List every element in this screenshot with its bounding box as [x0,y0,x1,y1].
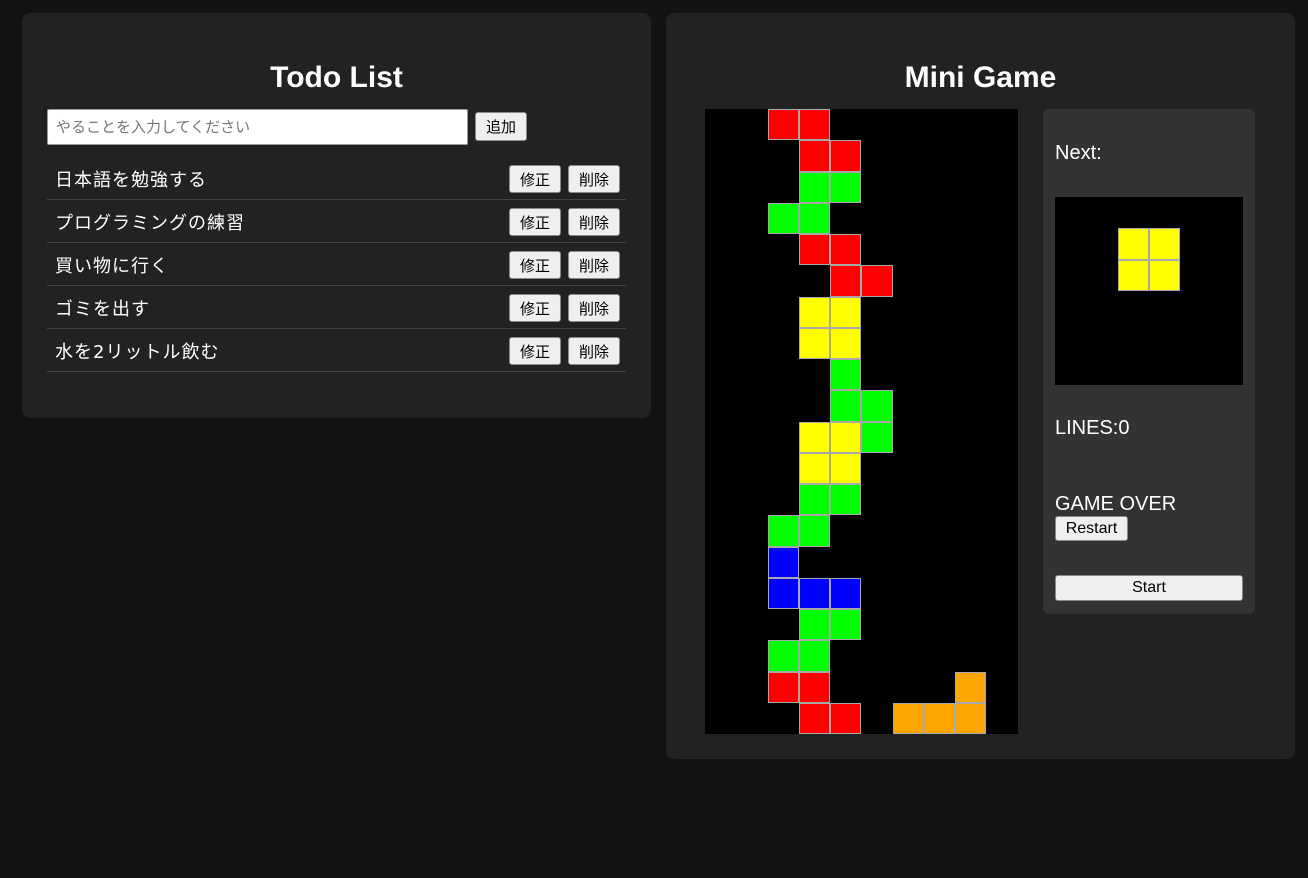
block-cell [798,515,830,547]
block-cell [767,546,799,578]
todo-item-text: ゴミを出す [55,299,150,320]
block-cell [798,577,830,609]
game-board[interactable] [705,109,1018,734]
delete-button[interactable]: 削除 [568,165,620,193]
game-status: GAME OVER [1055,493,1177,515]
todo-item-text: 水を2リットル飲む [55,342,220,363]
game-side-panel: Next: LINES:0 GAME OVER Restart Start [1043,109,1255,614]
edit-button[interactable]: 修正 [509,337,561,365]
todo-item-text: 日本語を勉強する [55,170,207,191]
todo-item: 水を2リットル飲む 修正 削除 [47,329,626,372]
block-cell [767,515,799,547]
todo-list: 日本語を勉強する 修正 削除 プログラミングの練習 修正 削除 買い物に行く 修… [47,157,626,372]
next-label: Next: [1055,142,1102,164]
block-cell [798,202,830,234]
block-cell [830,702,862,734]
todo-item: 日本語を勉強する 修正 削除 [47,157,626,200]
todo-item: プログラミングの練習 修正 削除 [47,200,626,243]
edit-button[interactable]: 修正 [509,294,561,322]
block-cell [955,671,987,703]
block-cell [830,390,862,422]
block-cell [830,265,862,297]
block-cell [798,327,830,359]
block-cell [830,296,862,328]
block-cell [767,640,799,672]
block-cell [798,484,830,516]
block-cell [798,234,830,266]
delete-button[interactable]: 削除 [568,337,620,365]
delete-button[interactable]: 削除 [568,294,620,322]
block-cell [830,140,862,172]
block-cell [830,609,862,641]
edit-button[interactable]: 修正 [509,208,561,236]
block-cell [861,265,893,297]
block-cell [767,109,799,141]
block-cell [830,577,862,609]
todo-panel: Todo List 追加 日本語を勉強する 修正 削除 プログラミングの練習 修… [22,13,651,418]
add-button[interactable]: 追加 [475,112,527,141]
block-cell [892,702,924,734]
block-cell [767,577,799,609]
todo-input[interactable] [47,109,468,145]
block-cell [798,640,830,672]
todo-item: 買い物に行く 修正 削除 [47,243,626,286]
block-cell [798,140,830,172]
block-cell [923,702,955,734]
block-cell [798,296,830,328]
block-cell [798,671,830,703]
block-cell [830,171,862,203]
block-cell [767,671,799,703]
todo-title: Todo List [270,61,403,94]
game-title: Mini Game [904,61,1057,94]
edit-button[interactable]: 修正 [509,165,561,193]
todo-item: ゴミを出す 修正 削除 [47,286,626,329]
todo-item-text: プログラミングの練習 [55,213,245,234]
block-cell [798,109,830,141]
block-cell [1117,259,1149,291]
block-cell [798,171,830,203]
next-piece-preview [1055,197,1243,385]
start-button[interactable]: Start [1055,575,1243,601]
block-cell [830,359,862,391]
block-cell [830,452,862,484]
block-cell [767,202,799,234]
lines-counter: LINES:0 [1055,417,1130,439]
block-cell [830,327,862,359]
block-cell [798,452,830,484]
block-cell [798,609,830,641]
delete-button[interactable]: 削除 [568,251,620,279]
block-cell [861,390,893,422]
block-cell [861,421,893,453]
delete-button[interactable]: 削除 [568,208,620,236]
todo-item-text: 買い物に行く [55,256,169,277]
block-cell [1148,228,1181,260]
block-cell [830,484,862,516]
block-cell [830,421,862,453]
game-panel: Mini Game Next: LINES:0 GAME OVER Restar… [666,13,1295,759]
block-cell [830,234,862,266]
block-cell [955,702,987,734]
block-cell [798,702,830,734]
edit-button[interactable]: 修正 [509,251,561,279]
block-cell [798,421,830,453]
block-cell [1148,259,1181,291]
restart-button[interactable]: Restart [1055,516,1128,541]
block-cell [1117,228,1149,260]
